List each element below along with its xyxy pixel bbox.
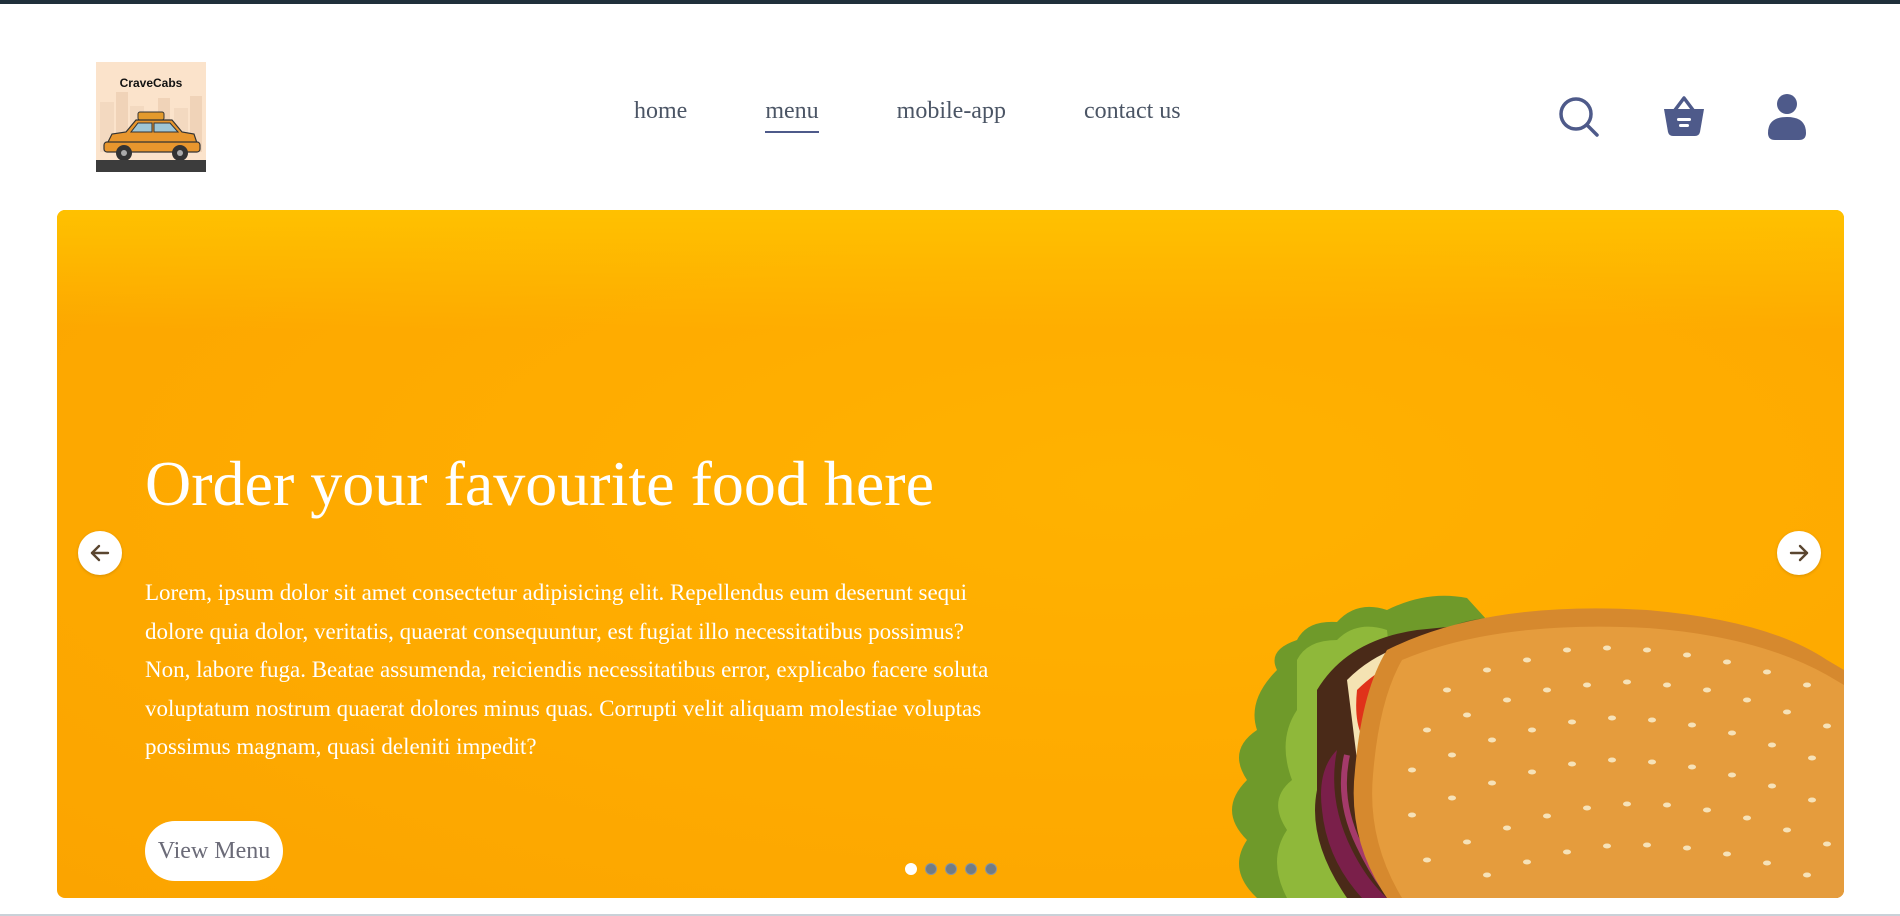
nav-home[interactable]: home: [634, 98, 687, 133]
carousel-dot-4[interactable]: [965, 863, 977, 875]
top-border: [0, 0, 1900, 4]
arrow-left-icon: [90, 544, 110, 562]
main-nav: home menu mobile-app contact us: [634, 98, 1181, 133]
user-icon[interactable]: [1766, 93, 1808, 141]
nav-menu[interactable]: menu: [765, 98, 819, 133]
carousel-dot-5[interactable]: [985, 863, 997, 875]
hero-title: Order your favourite food here: [145, 448, 934, 519]
view-menu-button[interactable]: View Menu: [145, 821, 283, 881]
arrow-right-icon: [1789, 544, 1809, 562]
hero-description: Lorem, ipsum dolor sit amet consectetur …: [145, 580, 989, 759]
hero-banner: Order your favourite food here Lorem, ip…: [57, 210, 1844, 898]
carousel-dot-1[interactable]: [905, 863, 917, 875]
nav-mobile-app[interactable]: mobile-app: [897, 98, 1006, 133]
carousel-next-button[interactable]: [1777, 531, 1821, 575]
burger-image: [1232, 595, 1844, 898]
carousel-prev-button[interactable]: [78, 531, 122, 575]
carousel-dot-3[interactable]: [945, 863, 957, 875]
logo-text: CraveCabs: [119, 76, 183, 90]
carousel-dot-2[interactable]: [925, 863, 937, 875]
search-icon[interactable]: [1558, 96, 1600, 138]
basket-icon[interactable]: [1662, 94, 1706, 138]
nav-contact-us[interactable]: contact us: [1084, 98, 1181, 133]
logo[interactable]: CraveCabs: [96, 62, 206, 172]
carousel-indicators: [905, 863, 1005, 875]
